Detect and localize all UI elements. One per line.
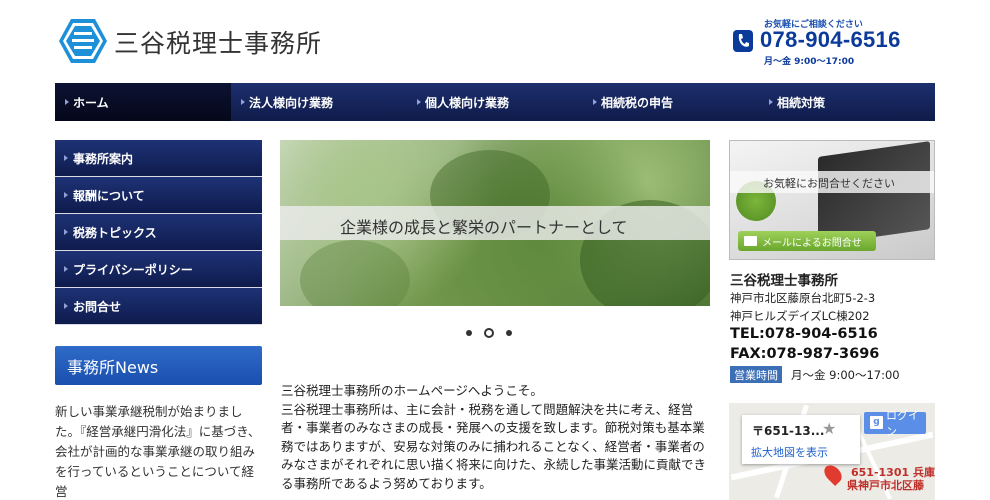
map-card-title: 〒651-13... <box>752 424 825 438</box>
phone-icon <box>733 30 753 52</box>
google-icon: g <box>870 416 883 429</box>
side-menu: 事務所案内 報酬について 税務トピックス プライバシーポリシー お問合せ <box>55 140 262 325</box>
mail-contact-banner[interactable]: お気軽にお問合せください メールによるお問合せ <box>729 140 935 260</box>
nav-individual-services-label: 個人様向け業務 <box>425 95 510 110</box>
office-fax: FAX:078-987-3696 <box>730 346 880 362</box>
intro-text: 三谷税理士事務所のホームページへようこそ。 三谷税理士事務所は、主に会計・税務を… <box>281 382 711 494</box>
nav-inheritance-planning[interactable]: 相続対策 <box>759 83 935 121</box>
side-item-office-info[interactable]: 事務所案内 <box>55 140 262 177</box>
nav-corporate-services-label: 法人様向け業務 <box>249 95 334 110</box>
star-icon[interactable]: ★ <box>822 419 836 438</box>
side-item-label: 報酬について <box>73 188 145 203</box>
mail-contact-button[interactable]: メールによるお問合せ <box>738 231 876 251</box>
map-address-label: 県神戸市北区藤 <box>847 479 924 492</box>
slider-dot[interactable] <box>506 330 512 336</box>
intro-greeting: 三谷税理士事務所のホームページへようこそ。 <box>281 383 543 398</box>
nav-individual-services[interactable]: 個人様向け業務 <box>407 83 583 121</box>
office-name: 三谷税理士事務所 <box>730 273 838 289</box>
laptop-image <box>818 141 930 245</box>
global-nav: ホーム 法人様向け業務 個人様向け業務 相続税の申告 相続対策 <box>55 83 935 121</box>
header-phone-number[interactable]: 078-904-6516 <box>760 27 901 53</box>
map-login-label: ログイン <box>886 409 919 438</box>
office-tel[interactable]: TEL:078-904-6516 <box>730 326 878 342</box>
site-logo[interactable] <box>58 17 108 65</box>
slide-caption: 企業様の成長と繁栄のパートナーとして <box>340 218 628 237</box>
side-item-fees[interactable]: 報酬について <box>55 177 262 214</box>
slider-foliage <box>300 240 410 306</box>
office-address-line2: 神戸ヒルズデイズLC棟202 <box>730 309 870 323</box>
slider-dot[interactable] <box>466 330 472 336</box>
business-hours-badge: 営業時間 <box>730 366 782 383</box>
nav-inheritance-planning-label: 相続対策 <box>777 95 826 110</box>
nav-home[interactable]: ホーム <box>55 83 231 121</box>
header-business-hours: 月〜金 9:00〜17:00 <box>764 57 855 67</box>
side-item-tax-topics[interactable]: 税務トピックス <box>55 214 262 251</box>
side-item-label: プライバシーポリシー <box>73 262 193 277</box>
nav-inheritance-tax-label: 相続税の申告 <box>601 95 674 110</box>
news-heading: 事務所News <box>55 346 262 385</box>
office-address-line1: 神戸市北区藤原台北町5-2-3 <box>730 291 876 305</box>
mail-banner-headline: お気軽にお問合せください <box>763 177 895 190</box>
news-body: 新しい事業承継税制が始まりました。『経営承継円滑化法』に基づき、会社が計画的な事… <box>55 404 261 499</box>
business-hours: 月〜金 9:00〜17:00 <box>791 368 900 382</box>
slider-dot-current[interactable] <box>484 328 494 338</box>
side-item-label: 事務所案内 <box>73 151 134 166</box>
hero-slider[interactable]: 企業様の成長と繁栄のパートナーとして <box>280 140 710 306</box>
slider-dots <box>466 328 512 338</box>
side-item-label: お問合せ <box>73 299 122 314</box>
envelope-icon <box>744 236 757 246</box>
intro-body: 三谷税理士事務所は、主に会計・税務を通して問題解決を共に考え、経営者・事業者のみ… <box>281 401 707 491</box>
nav-inheritance-tax[interactable]: 相続税の申告 <box>583 83 759 121</box>
side-item-contact[interactable]: お問合せ <box>55 288 262 325</box>
nav-home-label: ホーム <box>73 95 109 110</box>
side-item-label: 税務トピックス <box>73 225 157 240</box>
mail-contact-button-label: メールによるお問合せ <box>762 237 862 249</box>
site-title[interactable]: 三谷税理士事務所 <box>114 24 322 60</box>
map-enlarge-link[interactable]: 拡大地図を表示 <box>751 444 828 460</box>
nav-corporate-services[interactable]: 法人様向け業務 <box>231 83 407 121</box>
side-item-privacy-policy[interactable]: プライバシーポリシー <box>55 251 262 288</box>
